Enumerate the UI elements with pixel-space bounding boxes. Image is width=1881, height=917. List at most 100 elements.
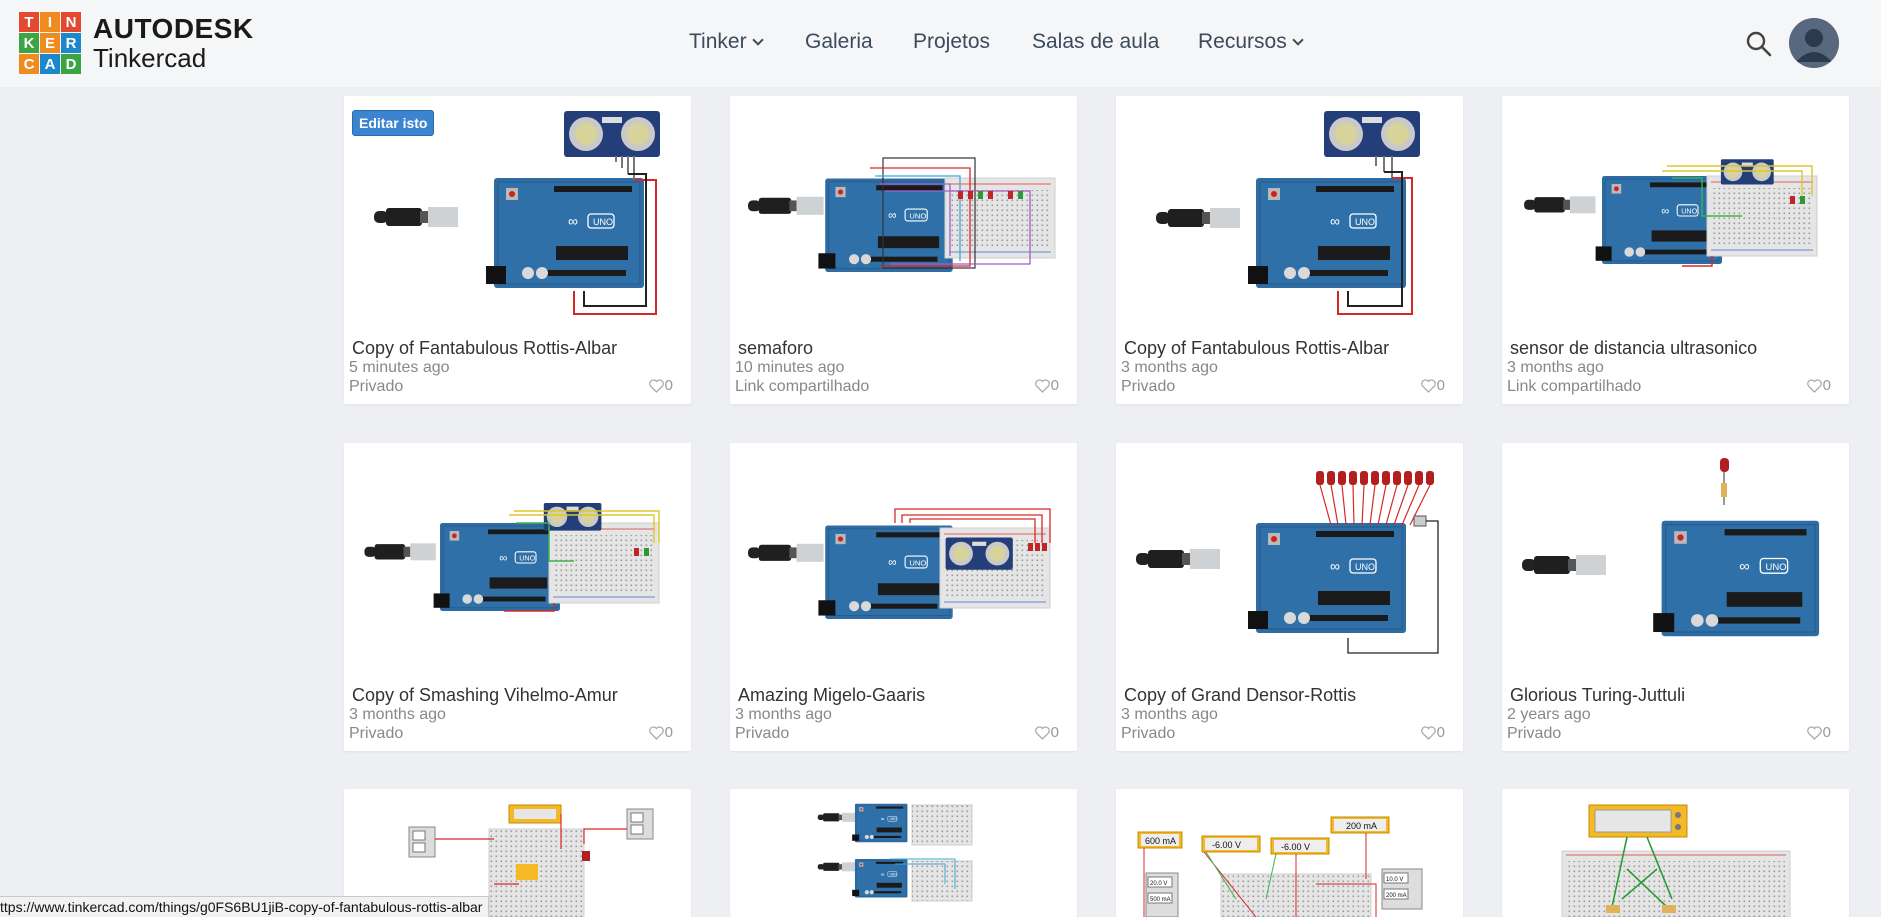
logo-letter: I — [40, 12, 60, 32]
like-button[interactable]: 0 — [1806, 377, 1831, 394]
project-privacy: Privado — [349, 725, 404, 742]
project-privacy: Privado — [349, 378, 404, 395]
user-avatar[interactable] — [1789, 18, 1839, 68]
project-privacy: Privado — [735, 725, 790, 742]
nav-projetos[interactable]: Projetos — [913, 30, 990, 54]
logo-letter: N — [61, 12, 81, 32]
logo-letter: C — [19, 54, 39, 74]
logo-letter: T — [19, 12, 39, 32]
logo-letter: K — [19, 33, 39, 53]
logo-letter-grid: T I N K E R C A D — [19, 12, 81, 74]
meter-readout: 20.0 V — [1150, 881, 1167, 887]
meter-readout: 10.0 V — [1386, 877, 1403, 883]
chevron-down-icon — [751, 33, 764, 46]
project-card[interactable]: sensor de distancia ultrasonico 3 months… — [1502, 96, 1849, 404]
project-privacy: Privado — [1507, 725, 1562, 742]
project-modified-time: 3 months ago — [349, 706, 446, 723]
logo-letter: A — [40, 54, 60, 74]
project-title[interactable]: sensor de distancia ultrasonico — [1510, 338, 1757, 359]
project-card[interactable]: Glorious Turing-Juttuli 2 years ago Priv… — [1502, 443, 1849, 751]
heart-icon — [1420, 378, 1436, 393]
project-privacy: Link compartilhado — [735, 378, 870, 395]
heart-icon — [1034, 378, 1050, 393]
nav-galeria[interactable]: Galeria — [805, 30, 873, 54]
like-button[interactable]: 0 — [648, 724, 673, 741]
project-title[interactable]: Copy of Fantabulous Rottis-Albar — [1124, 338, 1389, 359]
like-button[interactable]: 0 — [1420, 377, 1445, 394]
project-thumbnail — [1561, 804, 1791, 917]
like-count: 0 — [1436, 724, 1445, 741]
search-icon[interactable] — [1745, 30, 1773, 58]
edit-project-button[interactable]: Editar isto — [352, 110, 435, 136]
like-button[interactable]: 0 — [1420, 724, 1445, 741]
like-button[interactable]: 0 — [1034, 724, 1059, 741]
project-privacy: Link compartilhado — [1507, 378, 1642, 395]
project-privacy: Privado — [1121, 725, 1176, 742]
project-title[interactable]: Copy of Smashing Vihelmo-Amur — [352, 685, 618, 706]
like-button[interactable]: 0 — [1034, 377, 1059, 394]
project-title[interactable]: Copy of Fantabulous Rottis-Albar — [352, 338, 617, 359]
project-card[interactable]: Copy of Smashing Vihelmo-Amur 3 months a… — [344, 443, 691, 751]
project-modified-time: 2 years ago — [1507, 706, 1591, 723]
project-card[interactable]: Editar isto Copy of Fantabulous Rottis-A… — [344, 96, 691, 404]
heart-icon — [1420, 725, 1436, 740]
top-navigation-bar: T I N K E R C A D AUTODESK Tinkercad Tin… — [0, 0, 1881, 87]
like-button[interactable]: 0 — [648, 377, 673, 394]
nav-recursos-label: Recursos — [1198, 30, 1287, 53]
project-card[interactable]: Copy of Fantabulous Rottis-Albar 3 month… — [1116, 96, 1463, 404]
project-thumbnail — [748, 508, 1051, 620]
project-title[interactable]: Amazing Migelo-Gaaris — [738, 685, 925, 706]
logo-wordmark: AUTODESK Tinkercad — [93, 15, 254, 73]
project-title[interactable]: Glorious Turing-Juttuli — [1510, 685, 1685, 706]
project-thumbnail — [1524, 159, 1818, 267]
nav-tinker[interactable]: Tinker — [689, 30, 764, 54]
like-count: 0 — [1822, 724, 1831, 741]
like-count: 0 — [1822, 377, 1831, 394]
project-card[interactable]: Copy of Grand Densor-Rottis 3 months ago… — [1116, 443, 1463, 751]
meter-readout: 600 mA — [1145, 836, 1176, 846]
logo-letter: R — [61, 33, 81, 53]
meter-readout: -6.00 V — [1212, 840, 1241, 850]
nav-projetos-label: Projetos — [913, 30, 991, 53]
meter-readout: 500 mA — [1150, 897, 1171, 903]
like-count: 0 — [1436, 377, 1445, 394]
project-thumbnail — [1156, 111, 1420, 315]
project-thumbnail — [1522, 458, 1820, 637]
like-count: 0 — [664, 377, 673, 394]
meter-readout: 200 mA — [1346, 821, 1377, 831]
project-title[interactable]: semaforo — [738, 338, 813, 359]
heart-icon — [648, 725, 664, 740]
nav-galeria-label: Galeria — [805, 30, 873, 53]
heart-icon — [1806, 725, 1822, 740]
project-card[interactable]: semaforo 10 minutes ago Link compartilha… — [730, 96, 1077, 404]
project-card[interactable]: 600 mA -6.00 V -6.00 V 200 mA 10.0 V 200… — [1116, 789, 1463, 917]
project-thumbnail — [1136, 471, 1439, 654]
project-thumbnail — [364, 503, 660, 612]
project-modified-time: 5 minutes ago — [349, 359, 450, 376]
logo-letter: E — [40, 33, 60, 53]
project-card[interactable] — [730, 789, 1077, 917]
nav-recursos[interactable]: Recursos — [1198, 30, 1304, 54]
tinkercad-logo[interactable]: T I N K E R C A D AUTODESK Tinkercad — [19, 12, 254, 74]
meter-readout: 200 mA — [1386, 893, 1407, 899]
heart-icon — [1806, 378, 1822, 393]
heart-icon — [648, 378, 664, 393]
project-card[interactable]: Amazing Migelo-Gaaris 3 months ago Priva… — [730, 443, 1077, 751]
project-modified-time: 10 minutes ago — [735, 359, 845, 376]
project-modified-time: 3 months ago — [735, 706, 832, 723]
project-privacy: Privado — [1121, 378, 1176, 395]
like-button[interactable]: 0 — [1806, 724, 1831, 741]
project-card[interactable] — [1502, 789, 1849, 917]
project-thumbnail — [817, 803, 973, 902]
heart-icon — [1034, 725, 1050, 740]
product-name: Tinkercad — [93, 43, 207, 73]
like-count: 0 — [664, 724, 673, 741]
status-bar-url: ttps://www.tinkercad.com/things/g0FS6BU1… — [0, 896, 490, 917]
nav-tinker-label: Tinker — [689, 30, 747, 53]
nav-salas-de-aula[interactable]: Salas de aula — [1032, 30, 1159, 54]
like-count: 0 — [1050, 377, 1059, 394]
project-title[interactable]: Copy of Grand Densor-Rottis — [1124, 685, 1356, 706]
meter-readout: -6.00 V — [1281, 842, 1310, 852]
chevron-down-icon — [1292, 33, 1304, 46]
nav-salas-label: Salas de aula — [1032, 30, 1160, 53]
